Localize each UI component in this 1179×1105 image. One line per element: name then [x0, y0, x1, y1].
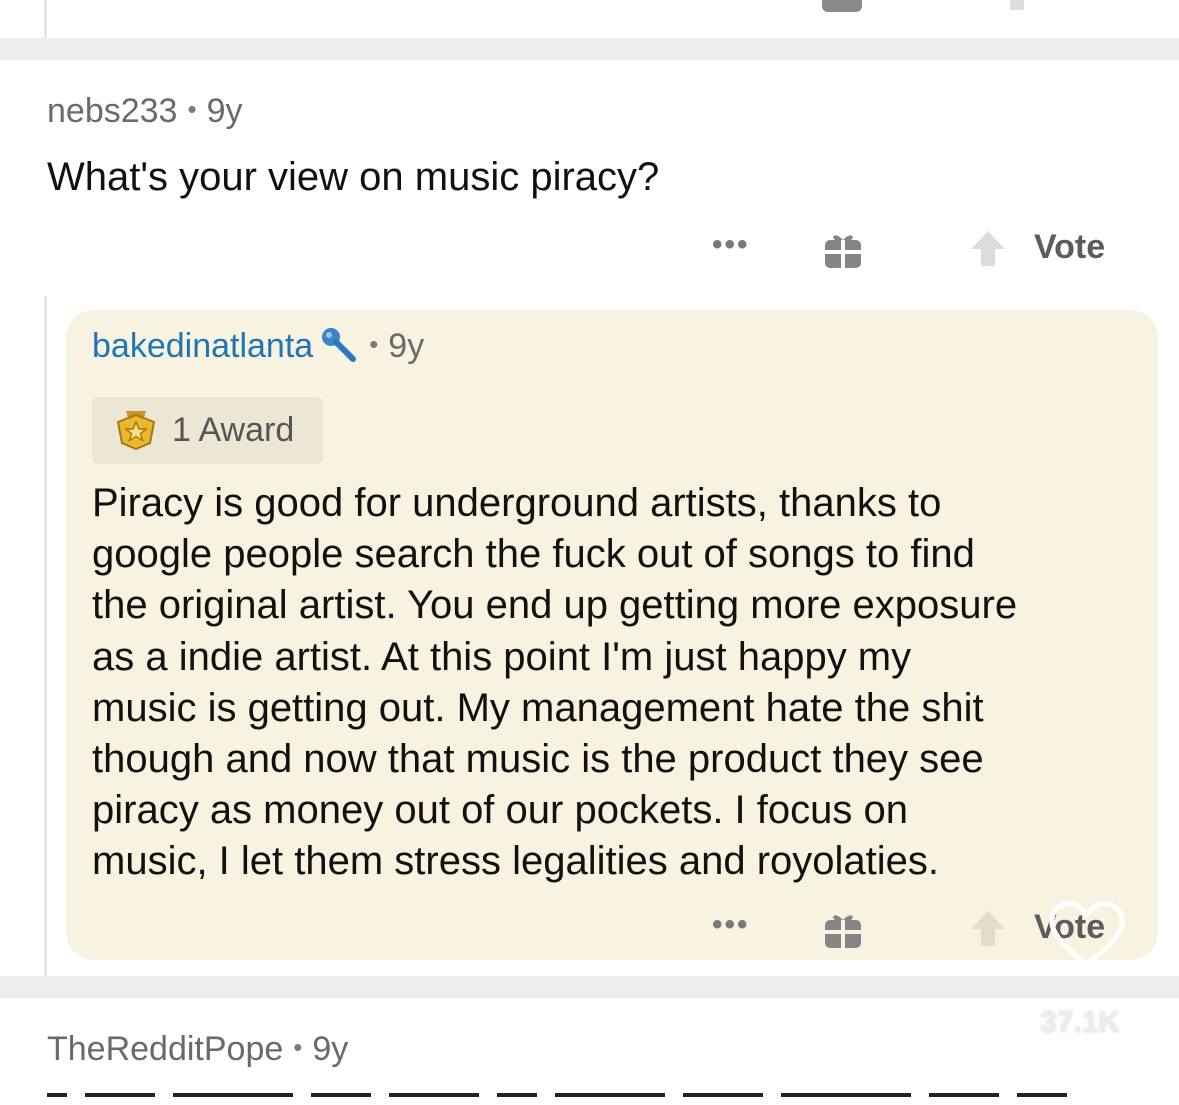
- award-badge[interactable]: 1 Award: [92, 397, 323, 464]
- comment-age: 9y: [312, 1030, 349, 1068]
- vote-label[interactable]: Vote: [1034, 228, 1105, 267]
- reply-body-line: music is getting out. My management hate…: [92, 685, 984, 730]
- comment-username[interactable]: TheRedditPope: [47, 1030, 283, 1068]
- reply-username[interactable]: bakedinatlanta: [92, 327, 313, 365]
- microphone-icon: [322, 328, 357, 362]
- reply-body-line: music, I let them stress legalities and …: [92, 839, 940, 884]
- cut-off-comment-text: [47, 1093, 1127, 1105]
- thread-line[interactable]: [44, 296, 47, 976]
- meta-separator: •: [369, 329, 379, 359]
- reply-body-line: the original artist. You end up getting …: [92, 583, 1018, 628]
- meta-separator: •: [187, 94, 197, 124]
- like-count: 37.1K: [1040, 1006, 1121, 1039]
- comment-divider: [0, 38, 1179, 60]
- comment-age: 9y: [206, 92, 243, 130]
- comment-divider: [0, 976, 1179, 998]
- previous-comment-remnant: ​: [0, 0, 1179, 38]
- comment-username[interactable]: nebs233: [47, 92, 177, 130]
- upvote-icon[interactable]: [1010, 0, 1024, 10]
- reply-meta: bakedinatlanta • 9y: [92, 325, 424, 366]
- reply-body-line: as a indie artist. At this point I'm jus…: [92, 634, 912, 679]
- reply-body-line: though and now that music is the product…: [92, 737, 984, 782]
- gift-icon[interactable]: [822, 908, 864, 950]
- comment-meta: TheRedditPope • 9y: [47, 1030, 348, 1069]
- reply-age: 9y: [388, 327, 425, 365]
- thread-line: [44, 0, 47, 38]
- heart-outline-icon[interactable]: [1046, 898, 1128, 970]
- gift-icon[interactable]: [822, 0, 862, 12]
- comment-body: What's your view on music piracy?: [47, 155, 660, 199]
- star-award-icon: [116, 411, 156, 451]
- reply-body-line: Piracy is good for underground artists, …: [92, 481, 942, 525]
- reply-body-line: piracy as money out of our pockets. I fo…: [92, 788, 908, 833]
- comment-meta: nebs233 • 9y: [47, 92, 243, 131]
- more-options-button[interactable]: •••: [712, 228, 750, 262]
- more-options-button[interactable]: •••: [712, 908, 750, 942]
- award-label: 1 Award: [172, 411, 295, 449]
- reply-body: Piracy is good for underground artists, …: [92, 478, 1152, 888]
- meta-separator: •: [293, 1032, 303, 1062]
- upvote-icon[interactable]: [968, 908, 1008, 948]
- reply-body-line: google people search the fuck out of son…: [92, 532, 975, 577]
- gift-icon[interactable]: [822, 228, 864, 270]
- upvote-icon[interactable]: [968, 228, 1008, 268]
